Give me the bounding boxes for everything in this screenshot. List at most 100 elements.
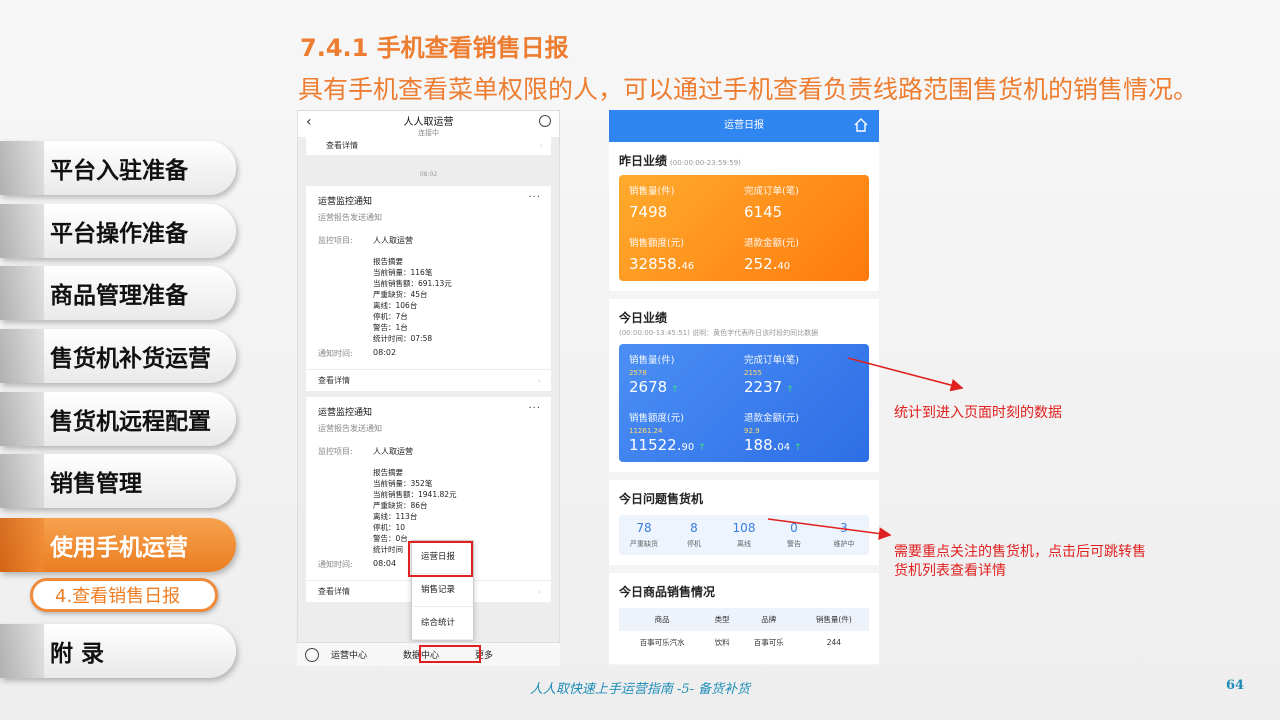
nav-label: 平台操作准备 bbox=[50, 221, 188, 247]
stat-out-of-stock[interactable]: 78 严重缺货 bbox=[619, 521, 669, 549]
card-title: 运营监控通知 bbox=[318, 408, 373, 418]
summary-line: 报告摘要 bbox=[373, 257, 403, 266]
view-details-link[interactable]: 查看详情 bbox=[306, 369, 551, 392]
section-heading: 昨日业绩 (00:00:00-23:59:59) bbox=[619, 154, 741, 168]
page-subtitle: 具有手机查看菜单权限的人，可以通过手机查看负责线路范围售货机的销售情况。 bbox=[298, 75, 1199, 104]
metric-sales-qty: 销售量(件) 7498 bbox=[629, 186, 675, 221]
problem-stats[interactable]: 78 严重缺货 8 停机 108 离线 0 警告 3 维护中 bbox=[619, 515, 869, 555]
table-header-row: 商品 类型 品牌 销售量(件) bbox=[619, 608, 869, 631]
more-icon[interactable]: ··· bbox=[528, 403, 541, 414]
summary-line: 统计时间：07:58 bbox=[373, 334, 433, 343]
card-title: 运营监控通知 bbox=[318, 197, 373, 207]
nav-label: 平台入驻准备 bbox=[50, 158, 188, 184]
nav-product-management[interactable]: 商品管理准备 bbox=[0, 266, 236, 320]
back-icon[interactable]: ‹ bbox=[306, 114, 312, 130]
summary-line: 离线：106台 bbox=[373, 301, 418, 310]
up-arrow-icon: ↑ bbox=[698, 443, 706, 453]
home-icon[interactable] bbox=[853, 117, 869, 133]
stat-warning[interactable]: 0 警告 bbox=[769, 521, 819, 549]
summary-line: 严重缺货：86台 bbox=[373, 501, 428, 510]
view-details-label: 查看详情 bbox=[318, 376, 350, 385]
up-arrow-icon: ↑ bbox=[786, 385, 794, 395]
nav-platform-onboarding[interactable]: 平台入驻准备 bbox=[0, 141, 236, 195]
annotation-note: 需要重点关注的售货机，点击后可跳转售货机列表查看详情 bbox=[894, 544, 1146, 579]
section-heading: 今日业绩 bbox=[619, 311, 668, 325]
table-cell: 百事可乐汽水 bbox=[639, 638, 685, 647]
menu-item-statistics[interactable]: 综合统计 bbox=[412, 607, 473, 640]
card-subtitle: 运营报告发送通知 bbox=[318, 213, 382, 222]
table-row[interactable]: 百事可乐汽水 饮料 百事可乐 244 bbox=[619, 631, 869, 654]
metric-sales-amount: 销售额度(元) 11261.24 11522.90 ↑ bbox=[629, 413, 706, 454]
sales-table: 商品 类型 品牌 销售量(件) 百事可乐汽水 饮料 百事可乐 244 bbox=[619, 608, 869, 654]
menu-item-sales-records[interactable]: 销售记录 bbox=[412, 574, 473, 607]
summary-line: 停机：10 bbox=[373, 523, 406, 532]
column-header: 类型 bbox=[705, 608, 739, 631]
table-cell: 百事可乐 bbox=[753, 638, 784, 647]
sidebar-nav: 平台入驻准备 平台操作准备 商品管理准备 售货机补货运营 售货机远程配置 销售管… bbox=[0, 0, 260, 720]
nav-mobile-operation[interactable]: 使用手机运营 bbox=[0, 518, 236, 572]
stat-maintenance[interactable]: 3 维护中 bbox=[819, 521, 869, 549]
yesterday-section: 昨日业绩 (00:00:00-23:59:59) 销售量(件) 7498 完成订单(… bbox=[609, 142, 879, 291]
card-subtitle: 运营报告发送通知 bbox=[318, 424, 382, 433]
view-details-label: 查看详情 bbox=[326, 141, 358, 150]
time-range: (00:00:00-13:45:51) bbox=[619, 329, 690, 337]
summary-line: 当前销售额：1941.82元 bbox=[373, 490, 457, 499]
project-value: 人人取运营 bbox=[373, 447, 413, 456]
nav-remote-config[interactable]: 售货机远程配置 bbox=[0, 392, 236, 446]
notification-card: ··· 运营监控通知 运营报告发送通知 监控项目: 人人取运营 报告摘要 当前销量… bbox=[306, 186, 551, 392]
report-title: 运营日报 bbox=[724, 120, 764, 131]
view-details-label: 查看详情 bbox=[318, 587, 350, 596]
summary-line: 当前销量：116笔 bbox=[373, 268, 433, 277]
nav-restock-operation[interactable]: 售货机补货运营 bbox=[0, 329, 236, 383]
project-label: 监控项目: bbox=[318, 236, 353, 245]
notify-time: 08:04 bbox=[373, 559, 397, 568]
nav-label: 销售管理 bbox=[50, 471, 142, 497]
keyboard-icon[interactable] bbox=[305, 647, 319, 662]
metric-sales-amount: 销售额度(元) 32858.46 bbox=[629, 238, 695, 273]
up-arrow-icon: ↑ bbox=[794, 443, 802, 453]
highlight-box bbox=[419, 645, 481, 663]
nav-label: 商品管理准备 bbox=[50, 283, 188, 309]
sub-nav-label: 4.查看销售日报 bbox=[55, 586, 181, 607]
nav-appendix[interactable]: 附 录 bbox=[0, 624, 236, 678]
section-heading: 今日问题售货机 bbox=[619, 492, 704, 506]
yesterday-metrics: 销售量(件) 7498 完成订单(笔) 6145 销售额度(元) 32858.46 退… bbox=[619, 175, 869, 281]
nav-label: 附 录 bbox=[50, 641, 105, 667]
summary-line: 停机：7台 bbox=[373, 312, 408, 321]
project-value: 人人取运营 bbox=[373, 236, 413, 245]
highlight-box bbox=[408, 541, 473, 577]
phone-screenshot-daily-report: 运营日报 昨日业绩 (00:00:00-23:59:59) 销售量(件) 7498 … bbox=[609, 110, 879, 665]
note-text: 说明：黄色字代表昨日该时段的同比数据 bbox=[692, 329, 819, 337]
message-time: 08:02 bbox=[419, 171, 438, 178]
page-number: 64 bbox=[1226, 678, 1245, 693]
table-cell: 饮料 bbox=[714, 638, 730, 647]
product-sales-section: 今日商品销售情况 商品 类型 品牌 销售量(件) 百事可乐汽水 饮料 百事可乐 … bbox=[609, 573, 879, 664]
section-heading: 今日商品销售情况 bbox=[619, 585, 716, 599]
stat-stopped[interactable]: 8 停机 bbox=[669, 521, 719, 549]
nav-label: 售货机补货运营 bbox=[50, 346, 211, 372]
today-metrics: 销售量(件) 2578 2678 ↑ 完成订单(笔) 2155 2237 ↑ 销售额度(元)… bbox=[619, 344, 869, 462]
summary-line: 警告：1台 bbox=[373, 323, 408, 332]
metric-sales-qty: 销售量(件) 2578 2678 ↑ bbox=[629, 355, 679, 396]
metric-orders: 完成订单(笔) 2155 2237 ↑ bbox=[744, 355, 799, 396]
time-range: (00:00:00-23:59:59) bbox=[670, 159, 741, 167]
sub-nav-daily-report[interactable]: 4.查看销售日报 bbox=[30, 578, 218, 612]
nav-label: 使用手机运营 bbox=[50, 535, 188, 561]
column-header-sortable[interactable]: 销售量(件) bbox=[798, 608, 869, 631]
metric-refund: 退款金额(元) 92.9 188.04 ↑ bbox=[744, 413, 802, 454]
more-icon[interactable]: ··· bbox=[528, 192, 541, 203]
summary-line: 离线：113台 bbox=[373, 512, 418, 521]
page-title: 7.4.1 手机查看销售日报 bbox=[300, 34, 569, 62]
nav-platform-operation[interactable]: 平台操作准备 bbox=[0, 204, 236, 258]
view-details-link[interactable]: 查看详情 bbox=[306, 137, 551, 155]
tab-operation-center[interactable]: 运营中心 bbox=[331, 648, 367, 661]
problem-machines-section: 今日问题售货机 78 严重缺货 8 停机 108 离线 0 警告 3 维护中 bbox=[609, 480, 879, 565]
report-header: 运营日报 bbox=[609, 110, 879, 142]
summary-line: 当前销售额：691.13元 bbox=[373, 279, 452, 288]
user-icon[interactable] bbox=[539, 115, 551, 127]
summary-line: 当前销量：352笔 bbox=[373, 479, 433, 488]
nav-sales-management[interactable]: 销售管理 bbox=[0, 454, 236, 508]
notify-label: 通知时间: bbox=[318, 349, 353, 358]
stat-offline[interactable]: 108 离线 bbox=[719, 521, 769, 549]
report-summary: 报告摘要 当前销量：116笔 当前销售额：691.13元 严重缺货：45台 离线… bbox=[373, 256, 539, 344]
